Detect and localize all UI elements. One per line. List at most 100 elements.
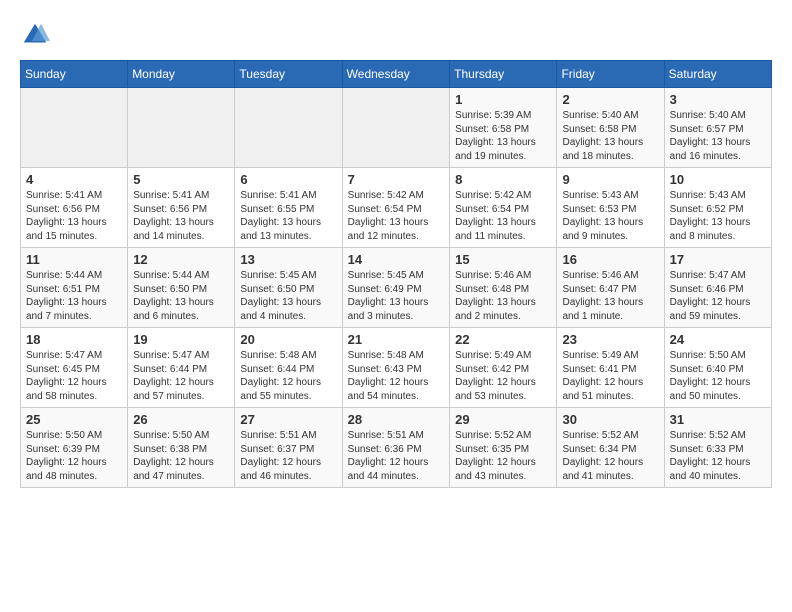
calendar-cell: 18 Sunrise: 5:47 AMSunset: 6:45 PMDayligh…	[21, 328, 128, 408]
day-number: 3	[670, 92, 766, 107]
day-info: Sunrise: 5:50 AMSunset: 6:39 PMDaylight:…	[26, 429, 122, 483]
calendar-cell: 15Sunrise: 5:46 AMSunset: 6:48 PMDayligh…	[450, 248, 557, 328]
calendar-cell: 31Sunrise: 5:52 AMSunset: 6:33 PMDayligh…	[664, 408, 771, 488]
calendar-header-row: SundayMondayTuesdayWednesdayThursdayFrid…	[21, 61, 772, 88]
calendar-cell: 22 Sunrise: 5:49 AMSunset: 6:42 PMDayligh…	[450, 328, 557, 408]
day-info: Sunrise: 5:41 AMSunset: 6:56 PMDaylight:…	[133, 189, 229, 243]
calendar-cell: 20 Sunrise: 5:48 AMSunset: 6:44 PMDayligh…	[235, 328, 342, 408]
day-info: Sunrise: 5:47 AMSunset: 6:46 PMDaylight:…	[670, 269, 766, 323]
day-info: Sunrise: 5:47 AMSunset: 6:45 PMDaylight:…	[26, 349, 122, 403]
day-info: Sunrise: 5:49 AMSunset: 6:41 PMDaylight:…	[562, 349, 658, 403]
calendar-cell	[235, 88, 342, 168]
calendar-cell: 21 Sunrise: 5:48 AMSunset: 6:43 PMDayligh…	[342, 328, 450, 408]
day-number: 27	[240, 412, 336, 427]
calendar-cell: 16 Sunrise: 5:46 AMSunset: 6:47 PMDayligh…	[557, 248, 664, 328]
day-info: Sunrise: 5:43 AMSunset: 6:52 PMDaylight:…	[670, 189, 766, 243]
calendar-cell: 10 Sunrise: 5:43 AMSunset: 6:52 PMDayligh…	[664, 168, 771, 248]
day-info: Sunrise: 5:48 AMSunset: 6:44 PMDaylight:…	[240, 349, 336, 403]
day-info: Sunrise: 5:52 AMSunset: 6:35 PMDaylight:…	[455, 429, 551, 483]
calendar-cell: 25 Sunrise: 5:50 AMSunset: 6:39 PMDayligh…	[21, 408, 128, 488]
calendar-cell: 28 Sunrise: 5:51 AMSunset: 6:36 PMDayligh…	[342, 408, 450, 488]
calendar-cell: 6 Sunrise: 5:41 AMSunset: 6:55 PMDaylight…	[235, 168, 342, 248]
calendar-cell: 2Sunrise: 5:40 AMSunset: 6:58 PMDaylight…	[557, 88, 664, 168]
weekday-header-sunday: Sunday	[21, 61, 128, 88]
day-number: 2	[562, 92, 658, 107]
day-number: 14	[348, 252, 445, 267]
calendar-week-row: 25 Sunrise: 5:50 AMSunset: 6:39 PMDayligh…	[21, 408, 772, 488]
logo-icon	[20, 20, 50, 50]
day-number: 22	[455, 332, 551, 347]
day-info: Sunrise: 5:50 AMSunset: 6:40 PMDaylight:…	[670, 349, 766, 403]
day-number: 6	[240, 172, 336, 187]
calendar-cell: 23Sunrise: 5:49 AMSunset: 6:41 PMDayligh…	[557, 328, 664, 408]
calendar-week-row: 4 Sunrise: 5:41 AMSunset: 6:56 PMDaylight…	[21, 168, 772, 248]
calendar-week-row: 18 Sunrise: 5:47 AMSunset: 6:45 PMDayligh…	[21, 328, 772, 408]
day-info: Sunrise: 5:44 AMSunset: 6:50 PMDaylight:…	[133, 269, 229, 323]
calendar-cell: 4 Sunrise: 5:41 AMSunset: 6:56 PMDaylight…	[21, 168, 128, 248]
day-number: 11	[26, 252, 122, 267]
calendar-week-row: 11 Sunrise: 5:44 AMSunset: 6:51 PMDayligh…	[21, 248, 772, 328]
day-info: Sunrise: 5:41 AMSunset: 6:55 PMDaylight:…	[240, 189, 336, 243]
day-info: Sunrise: 5:43 AMSunset: 6:53 PMDaylight:…	[562, 189, 658, 243]
day-info: Sunrise: 5:41 AMSunset: 6:56 PMDaylight:…	[26, 189, 122, 243]
day-info: Sunrise: 5:44 AMSunset: 6:51 PMDaylight:…	[26, 269, 122, 323]
day-info: Sunrise: 5:46 AMSunset: 6:47 PMDaylight:…	[562, 269, 658, 323]
day-info: Sunrise: 5:39 AMSunset: 6:58 PMDaylight:…	[455, 109, 551, 163]
day-number: 31	[670, 412, 766, 427]
calendar-cell	[21, 88, 128, 168]
day-info: Sunrise: 5:51 AMSunset: 6:37 PMDaylight:…	[240, 429, 336, 483]
day-number: 12	[133, 252, 229, 267]
day-number: 25	[26, 412, 122, 427]
calendar-cell: 17Sunrise: 5:47 AMSunset: 6:46 PMDayligh…	[664, 248, 771, 328]
day-info: Sunrise: 5:50 AMSunset: 6:38 PMDaylight:…	[133, 429, 229, 483]
day-number: 8	[455, 172, 551, 187]
calendar-week-row: 1 Sunrise: 5:39 AMSunset: 6:58 PMDaylight…	[21, 88, 772, 168]
day-info: Sunrise: 5:52 AMSunset: 6:34 PMDaylight:…	[562, 429, 658, 483]
day-number: 21	[348, 332, 445, 347]
day-info: Sunrise: 5:40 AMSunset: 6:57 PMDaylight:…	[670, 109, 766, 163]
weekday-header-tuesday: Tuesday	[235, 61, 342, 88]
day-info: Sunrise: 5:46 AMSunset: 6:48 PMDaylight:…	[455, 269, 551, 323]
day-number: 5	[133, 172, 229, 187]
day-info: Sunrise: 5:47 AMSunset: 6:44 PMDaylight:…	[133, 349, 229, 403]
day-number: 10	[670, 172, 766, 187]
day-number: 20	[240, 332, 336, 347]
weekday-header-monday: Monday	[128, 61, 235, 88]
calendar-cell: 7Sunrise: 5:42 AMSunset: 6:54 PMDaylight…	[342, 168, 450, 248]
day-number: 13	[240, 252, 336, 267]
calendar-cell: 5 Sunrise: 5:41 AMSunset: 6:56 PMDaylight…	[128, 168, 235, 248]
day-number: 29	[455, 412, 551, 427]
day-number: 4	[26, 172, 122, 187]
calendar-table: SundayMondayTuesdayWednesdayThursdayFrid…	[20, 60, 772, 488]
calendar-cell: 3 Sunrise: 5:40 AMSunset: 6:57 PMDaylight…	[664, 88, 771, 168]
calendar-cell: 19Sunrise: 5:47 AMSunset: 6:44 PMDayligh…	[128, 328, 235, 408]
day-number: 26	[133, 412, 229, 427]
day-info: Sunrise: 5:51 AMSunset: 6:36 PMDaylight:…	[348, 429, 445, 483]
day-number: 28	[348, 412, 445, 427]
day-number: 30	[562, 412, 658, 427]
day-info: Sunrise: 5:45 AMSunset: 6:50 PMDaylight:…	[240, 269, 336, 323]
calendar-cell: 8 Sunrise: 5:42 AMSunset: 6:54 PMDaylight…	[450, 168, 557, 248]
weekday-header-saturday: Saturday	[664, 61, 771, 88]
day-info: Sunrise: 5:42 AMSunset: 6:54 PMDaylight:…	[348, 189, 445, 243]
weekday-header-thursday: Thursday	[450, 61, 557, 88]
calendar-cell: 26 Sunrise: 5:50 AMSunset: 6:38 PMDayligh…	[128, 408, 235, 488]
calendar-cell: 12 Sunrise: 5:44 AMSunset: 6:50 PMDayligh…	[128, 248, 235, 328]
day-number: 16	[562, 252, 658, 267]
day-info: Sunrise: 5:49 AMSunset: 6:42 PMDaylight:…	[455, 349, 551, 403]
day-number: 18	[26, 332, 122, 347]
day-number: 1	[455, 92, 551, 107]
calendar-cell: 13 Sunrise: 5:45 AMSunset: 6:50 PMDayligh…	[235, 248, 342, 328]
calendar-cell: 9Sunrise: 5:43 AMSunset: 6:53 PMDaylight…	[557, 168, 664, 248]
calendar-cell: 24Sunrise: 5:50 AMSunset: 6:40 PMDayligh…	[664, 328, 771, 408]
calendar-cell: 27 Sunrise: 5:51 AMSunset: 6:37 PMDayligh…	[235, 408, 342, 488]
day-info: Sunrise: 5:42 AMSunset: 6:54 PMDaylight:…	[455, 189, 551, 243]
day-info: Sunrise: 5:48 AMSunset: 6:43 PMDaylight:…	[348, 349, 445, 403]
calendar-cell: 14 Sunrise: 5:45 AMSunset: 6:49 PMDayligh…	[342, 248, 450, 328]
calendar-cell: 29 Sunrise: 5:52 AMSunset: 6:35 PMDayligh…	[450, 408, 557, 488]
day-info: Sunrise: 5:45 AMSunset: 6:49 PMDaylight:…	[348, 269, 445, 323]
logo	[20, 20, 54, 50]
page-header	[20, 20, 772, 50]
calendar-cell	[342, 88, 450, 168]
weekday-header-friday: Friday	[557, 61, 664, 88]
